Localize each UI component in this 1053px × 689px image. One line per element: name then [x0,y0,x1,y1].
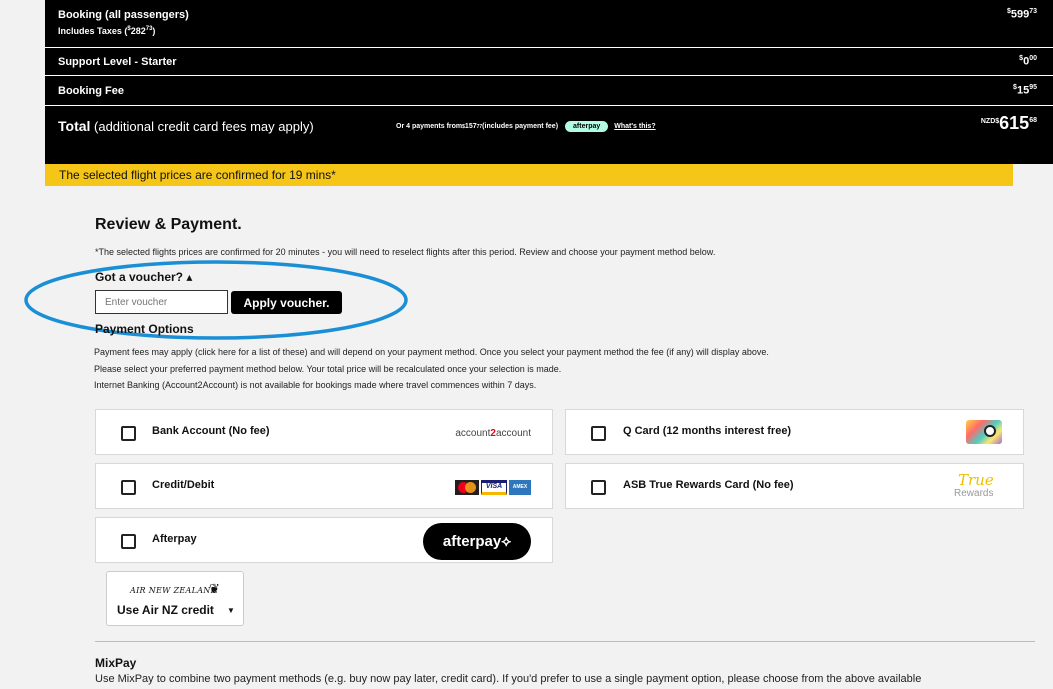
booking-label: Booking (all passengers) [58,9,189,21]
price-confirmed-banner: The selected flight prices are confirmed… [45,164,1013,186]
payment-option-asb[interactable]: ASB True Rewards Card (No fee) True Rewa… [565,463,1024,509]
review-note: *The selected flights prices are confirm… [95,247,716,257]
support-label: Support Level - Starter [58,56,177,68]
total-label: Total (additional credit card fees may a… [58,118,314,134]
booking-taxes: Includes Taxes ($28273) [58,26,156,36]
checkbox[interactable] [591,426,606,441]
payment-options-title: Payment Options [95,322,194,336]
true-rewards-logo: True Rewards [954,471,994,499]
highlight-ellipse [24,260,408,340]
total-row: Total (additional credit card fees may a… [45,107,1053,164]
qcard-logo-icon [966,420,1002,444]
payment-info-fees: Payment fees may apply (click here for a… [94,347,769,357]
payment-option-qcard[interactable]: Q Card (12 months interest free) [565,409,1024,455]
payment-info-select: Please select your preferred payment met… [94,364,562,374]
page-title: Review & Payment. [95,216,242,233]
afterpay-badge: afterpay [565,121,609,132]
payment-option-afterpay[interactable]: Afterpay afterpay⟡ [95,517,553,563]
air-nz-credit-label: Use Air NZ credit [117,603,214,617]
payment-option-label: Bank Account (No fee) [152,425,270,437]
payment-option-bank[interactable]: Bank Account (No fee) account2account [95,409,553,455]
chevron-down-icon: ▼ [227,606,235,615]
price-summary: Booking (all passengers) Includes Taxes … [45,0,1053,164]
payment-option-label: Afterpay [152,533,197,545]
payment-option-label: ASB True Rewards Card (No fee) [623,479,794,491]
amex-icon: AMEX [509,480,531,495]
air-nz-logo: AIR NEW ZEALAND [130,586,218,595]
payment-info-banking: Internet Banking (Account2Account) is no… [94,380,537,390]
support-row: Support Level - Starter $000 [45,49,1053,76]
account2account-logo: account2account [455,428,531,439]
card-logos: VISA AMEX [455,480,531,495]
booking-price: $59973 [1006,8,1037,21]
booking-row: Booking (all passengers) Includes Taxes … [45,0,1053,48]
support-price: $000 [1019,55,1037,68]
total-price: NZD$ 615 68 [980,113,1037,133]
koru-icon: ❦ [209,581,220,596]
whats-this-link[interactable]: What's this? [614,123,655,130]
payment-option-label: Q Card (12 months interest free) [623,425,792,437]
checkbox[interactable] [121,426,136,441]
payment-option-label: Credit/Debit [152,479,215,491]
fee-label: Booking Fee [58,85,125,97]
payment-option-credit[interactable]: Credit/Debit VISA AMEX [95,463,553,509]
afterpay-logo: afterpay⟡ [423,523,531,560]
divider [95,641,1035,642]
fee-price: $1595 [1013,84,1037,97]
mixpay-description: Use MixPay to combine two payment method… [95,673,922,685]
mastercard-icon [455,480,479,495]
mixpay-title: MixPay [95,656,137,670]
checkbox[interactable] [591,480,606,495]
visa-icon: VISA [481,480,507,495]
banner-text: The selected flight prices are confirmed… [59,168,336,182]
checkbox[interactable] [121,480,136,495]
air-nz-credit-dropdown[interactable]: AIR NEW ZEALAND ❦ Use Air NZ credit ▼ [106,571,244,626]
fee-row: Booking Fee $1595 [45,77,1053,106]
checkbox[interactable] [121,534,136,549]
installments-info: Or 4 payments from $157 77 (includes paym… [396,121,656,132]
